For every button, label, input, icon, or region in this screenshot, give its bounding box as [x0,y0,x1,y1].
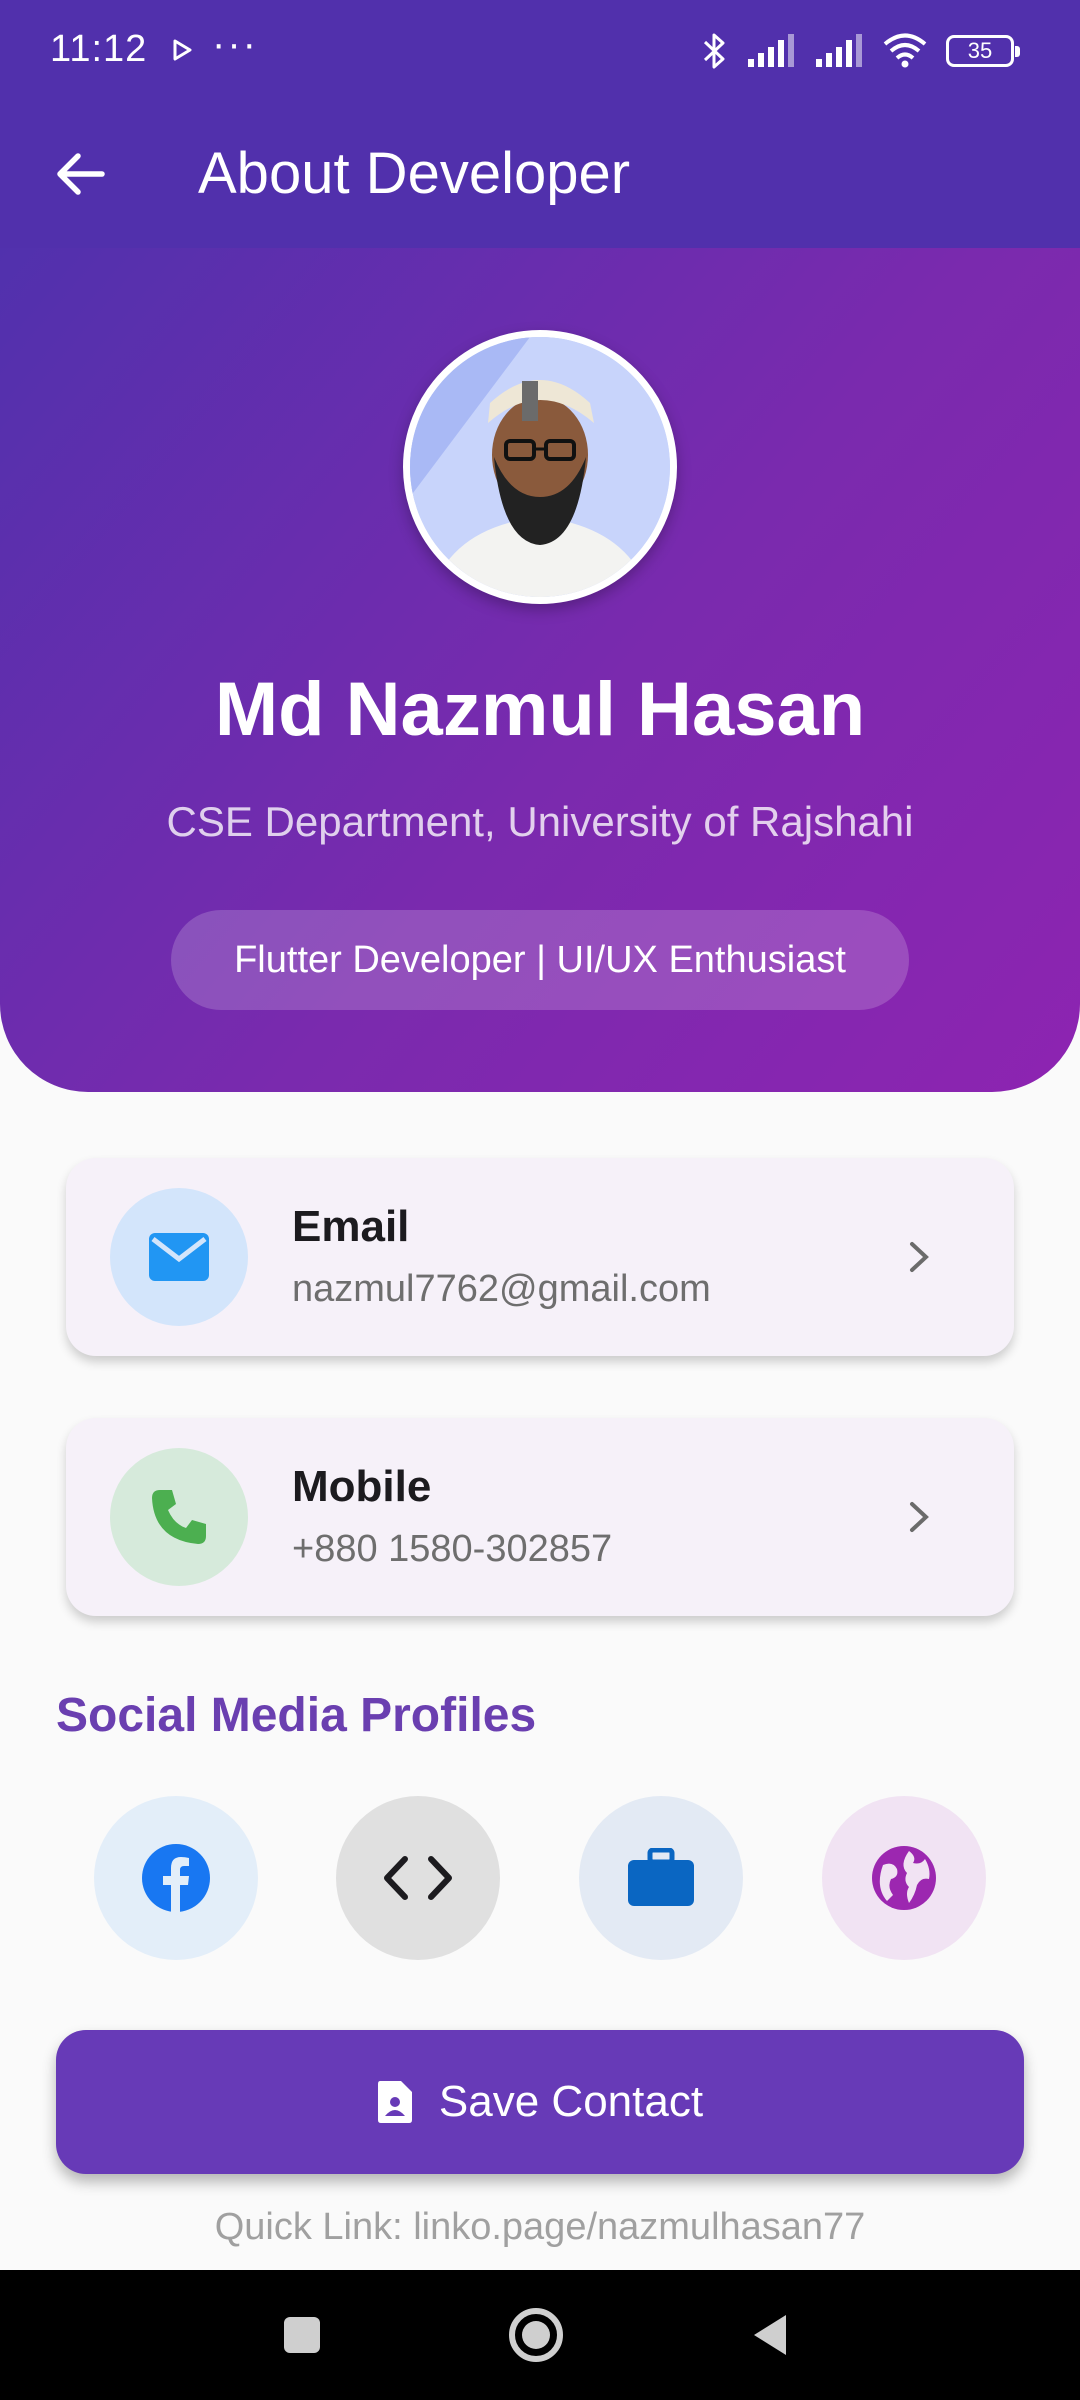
phone-icon-circle [110,1448,248,1586]
status-time: 11:12 [50,28,148,70]
bluetooth-icon [703,33,725,69]
linkedin-button[interactable] [579,1796,743,1960]
email-icon-circle [110,1188,248,1326]
signal-icon-2 [816,34,862,67]
status-icons: 35 [702,28,1020,74]
app-bar: About Developer [0,102,1080,248]
save-contact-button[interactable]: Save Contact [56,2030,1024,2174]
page-title: About Developer [198,141,631,206]
email-card[interactable]: Email nazmul7762@gmail.com [66,1158,1014,1356]
role-tagline: Flutter Developer | UI/UX Enthusiast [171,910,909,1010]
more-notifications-icon: ··· [212,22,258,66]
code-icon [384,1856,452,1900]
facebook-icon [142,1844,210,1913]
battery-icon: 35 [946,35,1020,67]
mobile-card[interactable]: Mobile +880 1580-302857 [66,1418,1014,1616]
contact-card-icon [377,2081,412,2123]
recents-icon[interactable] [272,2305,332,2365]
wifi-icon [883,33,927,68]
facebook-button[interactable] [94,1796,258,1960]
media-play-icon [173,39,192,61]
developer-name: Md Nazmul Hasan [214,667,866,752]
profile-photo [410,337,670,597]
avatar [403,330,677,604]
github-button[interactable] [336,1796,500,1960]
globe-icon [872,1846,936,1910]
back-triangle-icon[interactable] [742,2305,802,2365]
battery-level: 35 [967,38,993,63]
department: CSE Department, University of Rajshahi [166,798,914,845]
social-section-title: Social Media Profiles [56,1689,537,1742]
email-value: nazmul7762@gmail.com [292,1268,711,1310]
save-contact-label: Save Contact [438,2077,704,2126]
chevron-right-icon [910,1502,929,1532]
home-icon[interactable] [506,2305,566,2365]
system-nav-bar [0,2270,1080,2400]
mobile-value: +880 1580-302857 [292,1528,613,1570]
back-arrow-icon[interactable] [44,138,116,210]
mail-icon [149,1233,209,1281]
status-bar: 11:12 ··· 35 [0,0,1080,102]
chevron-right-icon [910,1242,929,1272]
email-label: Email [292,1202,410,1251]
mobile-label: Mobile [292,1462,432,1511]
profile-header: Md Nazmul Hasan CSE Department, Universi… [0,248,1080,1092]
quick-link[interactable]: Quick Link: linko.page/nazmulhasan77 [0,2206,1080,2249]
phone-icon [152,1490,206,1544]
signal-icon [748,34,794,67]
briefcase-icon [628,1848,694,1906]
website-button[interactable] [822,1796,986,1960]
